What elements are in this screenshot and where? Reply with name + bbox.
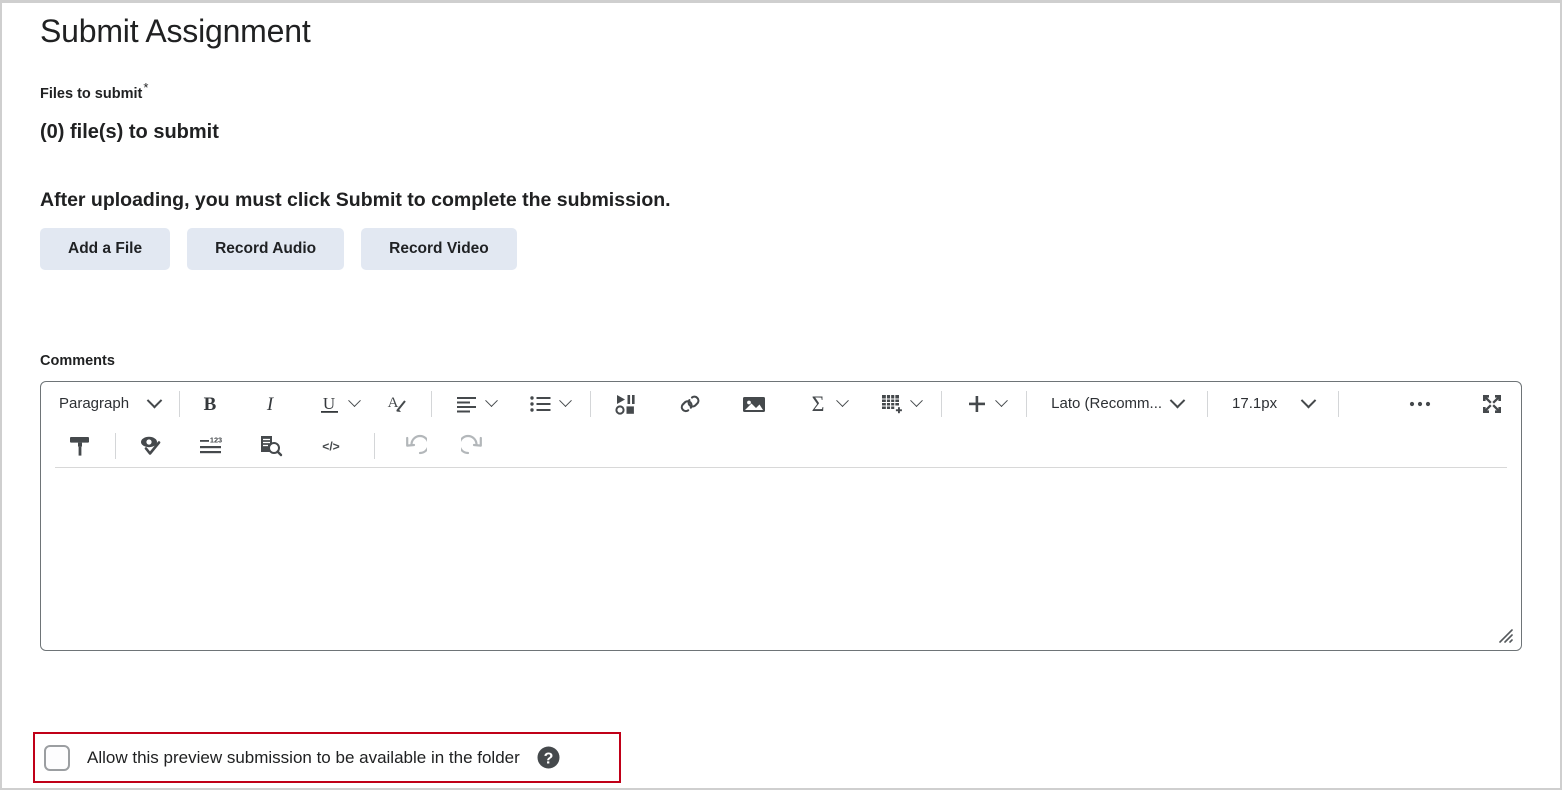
allow-preview-submission-label: Allow this preview submission to be avai… (87, 747, 520, 767)
media-icon (613, 391, 639, 417)
file-count-text: (0) file(s) to submit (40, 120, 219, 143)
chevron-down-icon (559, 394, 573, 408)
toolbar-divider (431, 390, 433, 417)
clear-formatting-icon: A (383, 391, 409, 417)
paragraph-style-value: Paragraph (59, 395, 130, 413)
toolbar-divider (179, 390, 181, 417)
sigma-equation-icon: Σ (805, 391, 831, 417)
undo-icon (401, 433, 427, 459)
bold-button[interactable]: B (191, 387, 229, 421)
allow-preview-submission-checkbox[interactable] (44, 744, 70, 771)
preview-submission-highlight: Allow this preview submission to be avai… (33, 732, 621, 783)
list-button[interactable] (522, 387, 574, 421)
redo-button[interactable] (455, 429, 493, 463)
comments-rich-text-editor: Paragraph B I U A Σ Lato (Recomm... 17.1… (40, 380, 1522, 651)
files-to-submit-text: Files to submit (40, 85, 143, 102)
svg-text:U: U (323, 394, 335, 413)
svg-text:Σ: Σ (812, 392, 825, 416)
word-count-icon: 123 (198, 433, 224, 459)
chevron-down-icon (348, 394, 362, 408)
html-source-button[interactable]: </> (312, 429, 350, 463)
comments-text-area[interactable] (41, 467, 1521, 650)
font-family-select[interactable]: Lato (Recomm... (1043, 387, 1191, 421)
toolbar-divider (115, 433, 116, 460)
redo-icon (461, 433, 487, 459)
word-count-button[interactable]: 123 (192, 429, 230, 463)
editor-toolbar-row-1: Paragraph B I U A Σ Lato (Recomm... 17.1… (51, 382, 1511, 426)
chevron-down-icon (1169, 393, 1186, 409)
toolbar-divider (1338, 390, 1339, 417)
add-a-file-button[interactable]: Add a File (40, 227, 171, 270)
align-left-icon (454, 391, 480, 417)
underline-icon: U (317, 391, 343, 417)
editor-toolbar-row-2: 123 </> (55, 426, 1507, 468)
bold-icon: B (197, 391, 223, 417)
toolbar-divider (590, 390, 592, 417)
insert-media-button[interactable] (607, 387, 645, 421)
page-content: Submit Assignment Files to submit* (0) f… (2, 9, 1560, 651)
fullscreen-button[interactable] (1473, 387, 1511, 421)
undo-button[interactable] (395, 429, 433, 463)
font-size-value: 17.1px (1232, 395, 1278, 413)
record-audio-button[interactable]: Record Audio (187, 227, 345, 270)
svg-text:123: 123 (210, 436, 222, 445)
clear-formatting-button[interactable]: A (377, 387, 415, 421)
document-preview-icon (258, 433, 284, 459)
svg-text:I: I (266, 394, 275, 415)
chevron-down-icon (995, 394, 1009, 408)
link-icon (677, 391, 703, 417)
chevron-down-icon (836, 394, 850, 408)
bulleted-list-icon (528, 391, 554, 417)
svg-text:A: A (388, 395, 399, 411)
insert-more-button[interactable] (958, 387, 1010, 421)
svg-text:</>: </> (322, 440, 340, 454)
insert-table-button[interactable] (873, 387, 925, 421)
record-video-button[interactable]: Record Video (361, 227, 517, 270)
svg-text:B: B (204, 394, 217, 415)
italic-icon: I (257, 391, 283, 417)
more-options-button[interactable] (1401, 387, 1439, 421)
font-family-value: Lato (Recomm... (1051, 395, 1163, 413)
italic-button[interactable]: I (251, 387, 289, 421)
comments-label: Comments (40, 352, 115, 369)
svg-text:?: ? (543, 751, 553, 768)
page-title: Submit Assignment (40, 13, 311, 49)
toolbar-divider (374, 433, 375, 460)
editor-toolbar: Paragraph B I U A Σ Lato (Recomm... 17.1… (41, 382, 1521, 468)
image-icon (741, 391, 767, 417)
submission-actions: Add a File Record Audio Record Video (40, 227, 1522, 270)
insert-image-button[interactable] (735, 387, 773, 421)
code-icon: </> (318, 433, 344, 459)
chevron-down-icon (910, 394, 924, 408)
editor-resize-handle[interactable] (1496, 626, 1514, 644)
format-painter-icon (67, 433, 93, 459)
insert-equation-button[interactable]: Σ (799, 387, 851, 421)
help-icon[interactable]: ? (536, 745, 561, 770)
align-button[interactable] (448, 387, 500, 421)
toolbar-divider (1207, 390, 1209, 417)
toolbar-divider (1026, 390, 1028, 417)
preview-button[interactable] (252, 429, 290, 463)
files-to-submit-label: Files to submit* (40, 79, 1522, 103)
insert-link-button[interactable] (671, 387, 709, 421)
chevron-down-icon (1300, 393, 1317, 409)
underline-button[interactable]: U (311, 387, 363, 421)
chevron-down-icon (146, 393, 163, 409)
font-size-select[interactable]: 17.1px (1224, 387, 1322, 421)
ellipsis-icon (1407, 391, 1433, 417)
plus-icon (964, 391, 990, 417)
upload-notice-text: After uploading, you must click Submit t… (40, 188, 671, 211)
format-painter-button[interactable] (61, 429, 99, 463)
paragraph-style-select[interactable]: Paragraph (51, 387, 168, 421)
table-icon (879, 391, 905, 417)
required-asterisk: * (143, 80, 149, 95)
submit-assignment-page: Submit Assignment Files to submit* (0) f… (0, 0, 1562, 790)
accessibility-checker-button[interactable] (132, 429, 170, 463)
toolbar-divider (941, 390, 943, 417)
expand-fullscreen-icon (1479, 391, 1505, 417)
chevron-down-icon (485, 394, 499, 408)
accessibility-check-icon (138, 433, 164, 459)
